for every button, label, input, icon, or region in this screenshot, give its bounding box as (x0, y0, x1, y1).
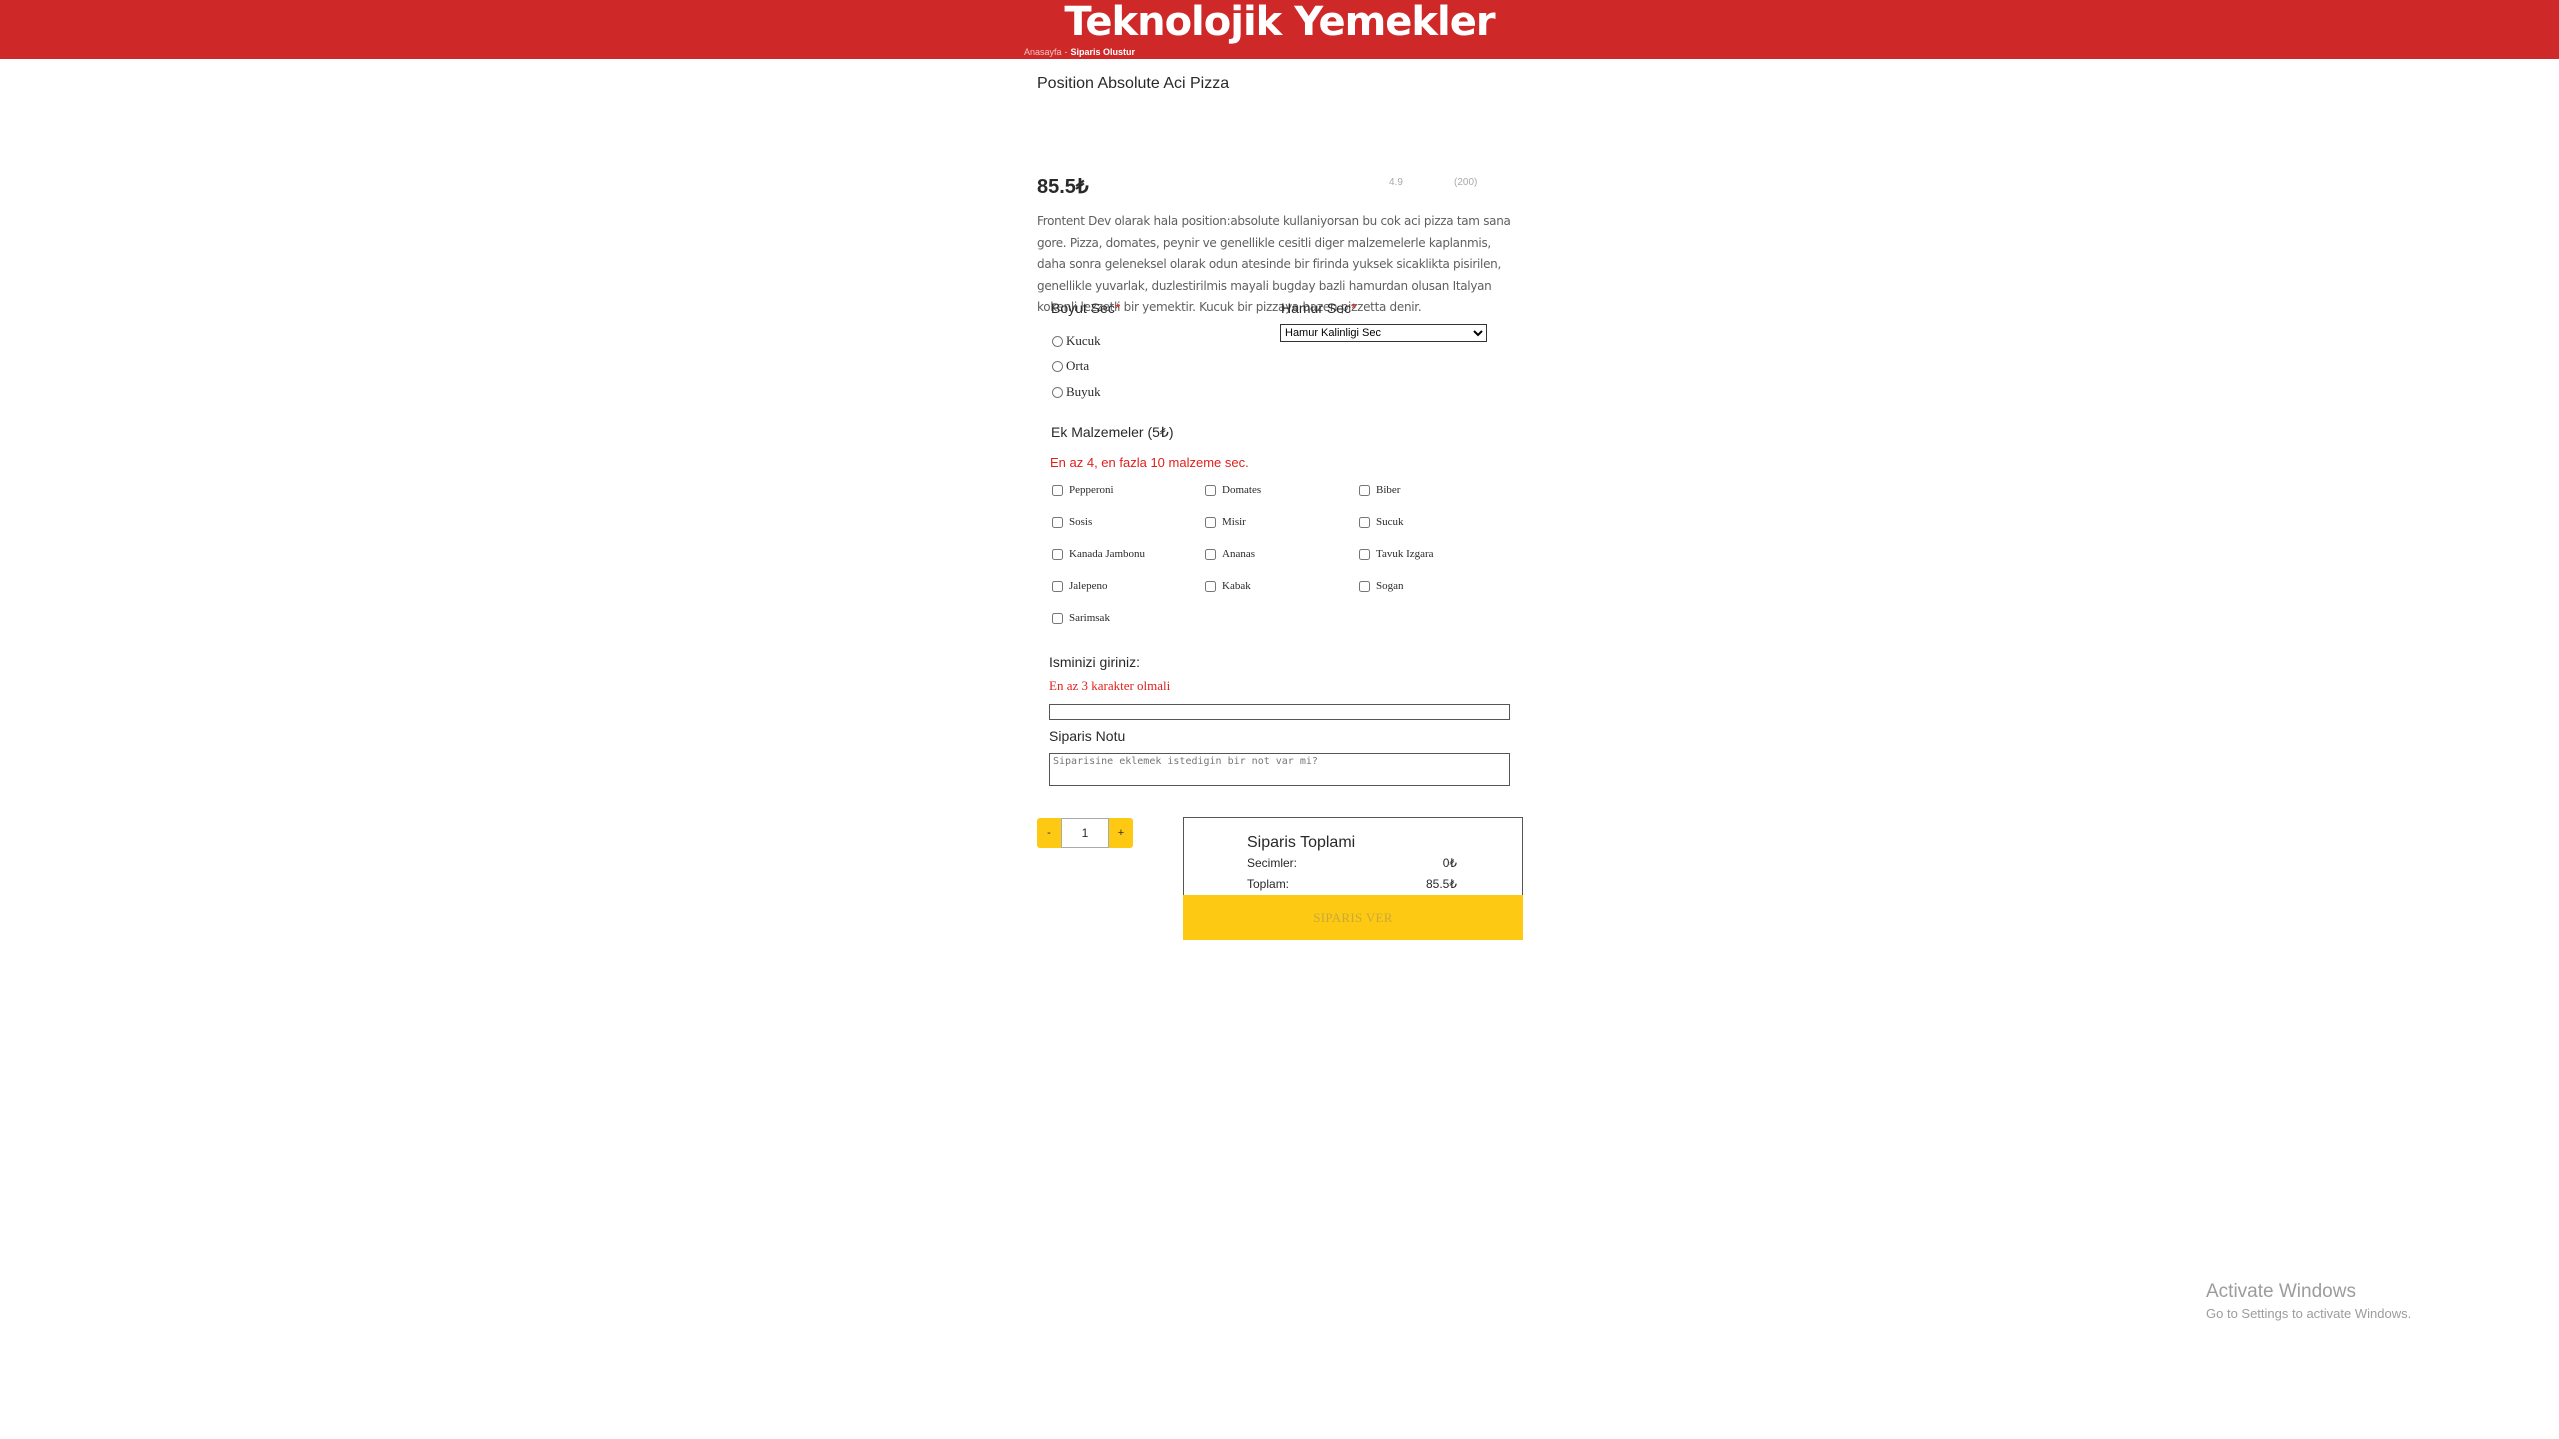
breadcrumb-separator: - (1064, 47, 1068, 57)
extra-pepperoni[interactable]: Pepperoni (1052, 484, 1114, 496)
activate-windows-watermark: Activate Windows Go to Settings to activ… (2206, 1281, 2411, 1323)
summary-total-row: Toplam: 85.5₺ (1247, 877, 1457, 891)
breadcrumb: Anasayfa - Siparis Olustur (1024, 47, 1135, 57)
extra-sucuk[interactable]: Sucuk (1359, 516, 1404, 528)
order-form: Position Absolute Aci Pizza 85.5₺ 4.9 (2… (1037, 59, 1523, 959)
size-radio-kucuk[interactable] (1052, 335, 1063, 347)
extra-label: Misir (1222, 516, 1246, 528)
summary-title: Siparis Toplami (1247, 834, 1356, 851)
extra-ananas[interactable]: Ananas (1205, 548, 1255, 560)
dough-label-text: Hamur Sec (1281, 300, 1352, 316)
name-input[interactable] (1049, 704, 1510, 720)
brand-logo[interactable]: Teknolojik Yemekler (0, 2, 2559, 42)
extra-label: Sarimsak (1069, 612, 1110, 624)
note-label: Siparis Notu (1049, 728, 1126, 744)
extra-domates[interactable]: Domates (1205, 484, 1261, 496)
quantity-stepper: - 1 + (1037, 818, 1133, 848)
decrease-quantity-button[interactable]: - (1037, 818, 1061, 848)
extra-label: Ananas (1222, 548, 1255, 560)
size-option-orta[interactable]: Orta (1052, 358, 1089, 374)
extra-sogan[interactable]: Sogan (1359, 580, 1404, 592)
extra-checkbox[interactable] (1359, 516, 1370, 528)
summary-total-label: Toplam: (1247, 877, 1290, 891)
order-summary: Siparis Toplami Secimler: 0₺ Toplam: 85.… (1183, 817, 1523, 940)
extras-warning: En az 4, en fazla 10 malzeme sec. (1050, 455, 1249, 470)
site-header: Teknolojik Yemekler Anasayfa - Siparis Olu… (0, 0, 2559, 59)
name-label: Isminizi giriniz: (1049, 654, 1141, 670)
extra-label: Biber (1376, 484, 1401, 496)
summary-selections-label: Secimler: (1247, 856, 1298, 870)
extra-kabak[interactable]: Kabak (1205, 580, 1251, 592)
extra-checkbox[interactable] (1205, 580, 1216, 592)
breadcrumb-home-link[interactable]: Anasayfa (1024, 47, 1062, 57)
extra-label: Sogan (1376, 580, 1404, 592)
extra-jalepeno[interactable]: Jalepeno (1052, 580, 1107, 592)
size-radio-buyuk[interactable] (1052, 386, 1063, 398)
product-price: 85.5₺ (1037, 176, 1089, 198)
extra-checkbox[interactable] (1205, 548, 1216, 560)
dough-select[interactable]: Hamur Kalinligi Sec (1280, 324, 1487, 342)
summary-selections-value: 0₺ (1442, 856, 1457, 870)
size-label: Boyut Sec* (1051, 300, 1120, 316)
extra-checkbox[interactable] (1052, 548, 1063, 560)
increase-quantity-button[interactable]: + (1109, 818, 1133, 848)
extra-checkbox[interactable] (1205, 484, 1216, 496)
product-review-count: (200) (1454, 177, 1478, 188)
size-option-label: Kucuk (1066, 333, 1101, 348)
dough-label: Hamur Sec* (1281, 300, 1356, 316)
size-option-label: Orta (1066, 358, 1090, 373)
extra-label: Kabak (1222, 580, 1251, 592)
extra-misir[interactable]: Misir (1205, 516, 1246, 528)
required-mark: * (1351, 300, 1357, 316)
extra-checkbox[interactable] (1052, 580, 1063, 592)
size-radio-orta[interactable] (1052, 360, 1063, 372)
summary-total-value: 85.5₺ (1426, 877, 1457, 891)
watermark-title: Activate Windows (2206, 1281, 2356, 1302)
extra-label: Domates (1222, 484, 1262, 496)
extra-checkbox[interactable] (1359, 580, 1370, 592)
quantity-value: 1 (1061, 818, 1109, 848)
size-option-buyuk[interactable]: Buyuk (1052, 384, 1101, 400)
extra-sosis[interactable]: Sosis (1052, 516, 1092, 528)
extras-label: Ek Malzemeler (5₺) (1051, 424, 1174, 440)
extra-biber[interactable]: Biber (1359, 484, 1400, 496)
extra-label: Kanada Jambonu (1069, 548, 1146, 560)
extra-checkbox[interactable] (1359, 548, 1370, 560)
size-label-text: Boyut Sec (1051, 300, 1115, 316)
size-option-label: Buyuk (1066, 384, 1101, 399)
size-option-kucuk[interactable]: Kucuk (1052, 333, 1101, 349)
extra-tavuk-izgara[interactable]: Tavuk Izgara (1359, 548, 1434, 560)
extra-label: Sosis (1069, 516, 1093, 528)
extra-label: Tavuk Izgara (1376, 548, 1434, 560)
extra-kanada-jambonu[interactable]: Kanada Jambonu (1052, 548, 1145, 560)
watermark-subtitle: Go to Settings to activate Windows. (2206, 1306, 2412, 1321)
extra-label: Pepperoni (1069, 484, 1114, 496)
name-warning: En az 3 karakter olmali (1049, 678, 1171, 693)
extra-checkbox[interactable] (1052, 516, 1063, 528)
extra-label: Jalepeno (1069, 580, 1108, 592)
product-title: Position Absolute Aci Pizza (1037, 75, 1230, 92)
extra-checkbox[interactable] (1359, 484, 1370, 496)
extra-checkbox[interactable] (1052, 484, 1063, 496)
extra-checkbox[interactable] (1052, 612, 1063, 624)
extra-checkbox[interactable] (1205, 516, 1216, 528)
extra-label: Sucuk (1376, 516, 1404, 528)
summary-selections-row: Secimler: 0₺ (1247, 856, 1457, 870)
breadcrumb-current: Siparis Olustur (1070, 47, 1136, 57)
place-order-button[interactable]: SIPARIS VER (1183, 895, 1523, 940)
note-textarea[interactable] (1049, 753, 1510, 786)
required-mark: * (1114, 300, 1121, 316)
extra-sarimsak[interactable]: Sarimsak (1052, 612, 1110, 624)
product-rating: 4.9 (1389, 177, 1403, 188)
